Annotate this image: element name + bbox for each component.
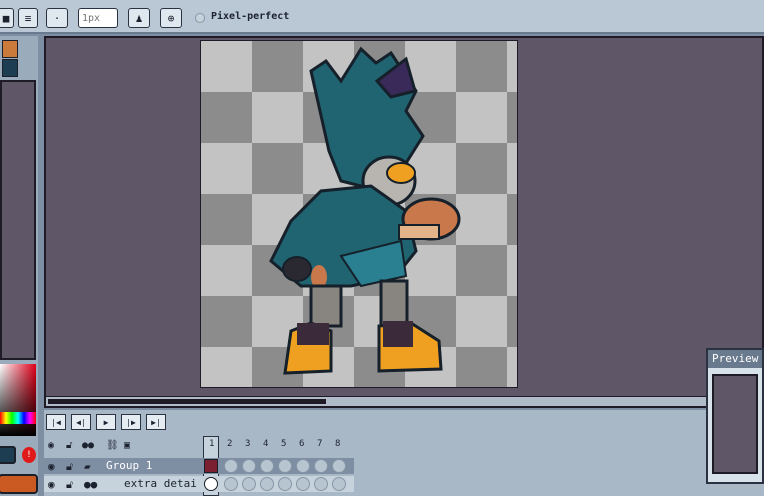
empty-cel[interactable] bbox=[332, 459, 346, 473]
pixel-perfect-checkbox[interactable] bbox=[195, 13, 205, 23]
secondary-color[interactable] bbox=[0, 446, 16, 464]
layer-row-group[interactable]: ◉ 🔓︎ ▰ Group 1 bbox=[44, 458, 354, 474]
alert-icon[interactable]: ! bbox=[22, 447, 36, 463]
eye-icon[interactable]: ◉ bbox=[48, 478, 55, 491]
layer-name[interactable]: Group 1 bbox=[106, 459, 152, 472]
prev-frame-button[interactable]: ◀| bbox=[71, 414, 91, 430]
canvas-workspace[interactable] bbox=[44, 36, 764, 408]
onion-skin-icon[interactable]: ●● bbox=[84, 478, 97, 491]
empty-cel[interactable] bbox=[314, 477, 328, 491]
layer-row[interactable]: ◉ 🔓︎ ●● extra detai bbox=[44, 476, 354, 492]
preview-canvas bbox=[712, 374, 758, 474]
sprite-canvas[interactable] bbox=[200, 40, 518, 388]
primary-color[interactable] bbox=[0, 474, 38, 494]
hue-slider[interactable] bbox=[0, 412, 36, 424]
palette-swatch-orange[interactable] bbox=[2, 40, 18, 58]
folder-icon[interactable]: ▰ bbox=[84, 460, 91, 473]
timeline-panel: |◀ ◀| ▶ |▶ ▶| ◉ 🔓︎ ●● ⛓︎ ▣ 1 2 3 4 5 6 7… bbox=[44, 410, 764, 496]
selected-cel[interactable] bbox=[204, 459, 218, 473]
lock-icon[interactable]: 🔓︎ bbox=[66, 440, 72, 451]
stop-button[interactable]: ■ bbox=[0, 8, 14, 28]
palette-swatch-teal[interactable] bbox=[2, 59, 18, 77]
frame-number[interactable]: 6 bbox=[299, 439, 304, 449]
empty-cel[interactable] bbox=[224, 459, 238, 473]
frame-icon[interactable]: ▣ bbox=[124, 440, 130, 451]
empty-cel[interactable] bbox=[278, 459, 292, 473]
color-picker[interactable] bbox=[0, 364, 36, 436]
lock-icon[interactable]: 🔓︎ bbox=[66, 460, 73, 474]
empty-cel[interactable] bbox=[314, 459, 328, 473]
onion-skin-icon[interactable]: ●● bbox=[82, 440, 94, 451]
pixel-perfect-label: Pixel-perfect bbox=[211, 11, 290, 22]
empty-cel[interactable] bbox=[224, 477, 238, 491]
frame-number[interactable]: 1 bbox=[209, 439, 214, 449]
eye-icon[interactable]: ◉ bbox=[48, 440, 54, 451]
horizontal-scrollbar[interactable] bbox=[46, 396, 762, 406]
zoom-icon[interactable]: ⊕ bbox=[160, 8, 182, 28]
filled-cel[interactable] bbox=[204, 477, 218, 491]
layer-name[interactable]: extra detai bbox=[124, 477, 202, 490]
lock-icon[interactable]: 🔓︎ bbox=[66, 478, 73, 492]
empty-cel[interactable] bbox=[242, 477, 256, 491]
last-frame-button[interactable]: ▶| bbox=[146, 414, 166, 430]
frame-number[interactable]: 4 bbox=[263, 439, 268, 449]
toolbar: ■ ≡ · ♟ ⊕ Pixel-perfect bbox=[0, 0, 764, 34]
link-icon[interactable]: ⛓︎ bbox=[106, 440, 119, 451]
first-frame-button[interactable]: |◀ bbox=[46, 414, 66, 430]
brush-size-input[interactable] bbox=[78, 8, 118, 28]
play-button[interactable]: ▶ bbox=[96, 414, 116, 430]
frame-number[interactable]: 2 bbox=[227, 439, 232, 449]
scroll-thumb[interactable] bbox=[48, 399, 326, 404]
character-sprite bbox=[269, 46, 461, 375]
empty-cel[interactable] bbox=[278, 477, 292, 491]
frame-number[interactable]: 5 bbox=[281, 439, 286, 449]
frame-number[interactable]: 3 bbox=[245, 439, 250, 449]
stamp-icon[interactable]: ♟ bbox=[128, 8, 150, 28]
dot-button[interactable]: · bbox=[46, 8, 68, 28]
preview-title[interactable]: Preview bbox=[708, 350, 762, 368]
frame-number[interactable]: 7 bbox=[317, 439, 322, 449]
empty-cel[interactable] bbox=[260, 459, 274, 473]
frame-number[interactable]: 8 bbox=[335, 439, 340, 449]
eye-icon[interactable]: ◉ bbox=[48, 460, 55, 473]
empty-cel[interactable] bbox=[296, 459, 310, 473]
empty-cel[interactable] bbox=[296, 477, 310, 491]
preview-window[interactable]: Preview bbox=[706, 348, 764, 484]
next-frame-button[interactable]: |▶ bbox=[121, 414, 141, 430]
empty-cel[interactable] bbox=[332, 477, 346, 491]
menu-button[interactable]: ≡ bbox=[18, 8, 38, 28]
palette-panel bbox=[0, 80, 36, 360]
empty-cel[interactable] bbox=[242, 459, 256, 473]
empty-cel[interactable] bbox=[260, 477, 274, 491]
